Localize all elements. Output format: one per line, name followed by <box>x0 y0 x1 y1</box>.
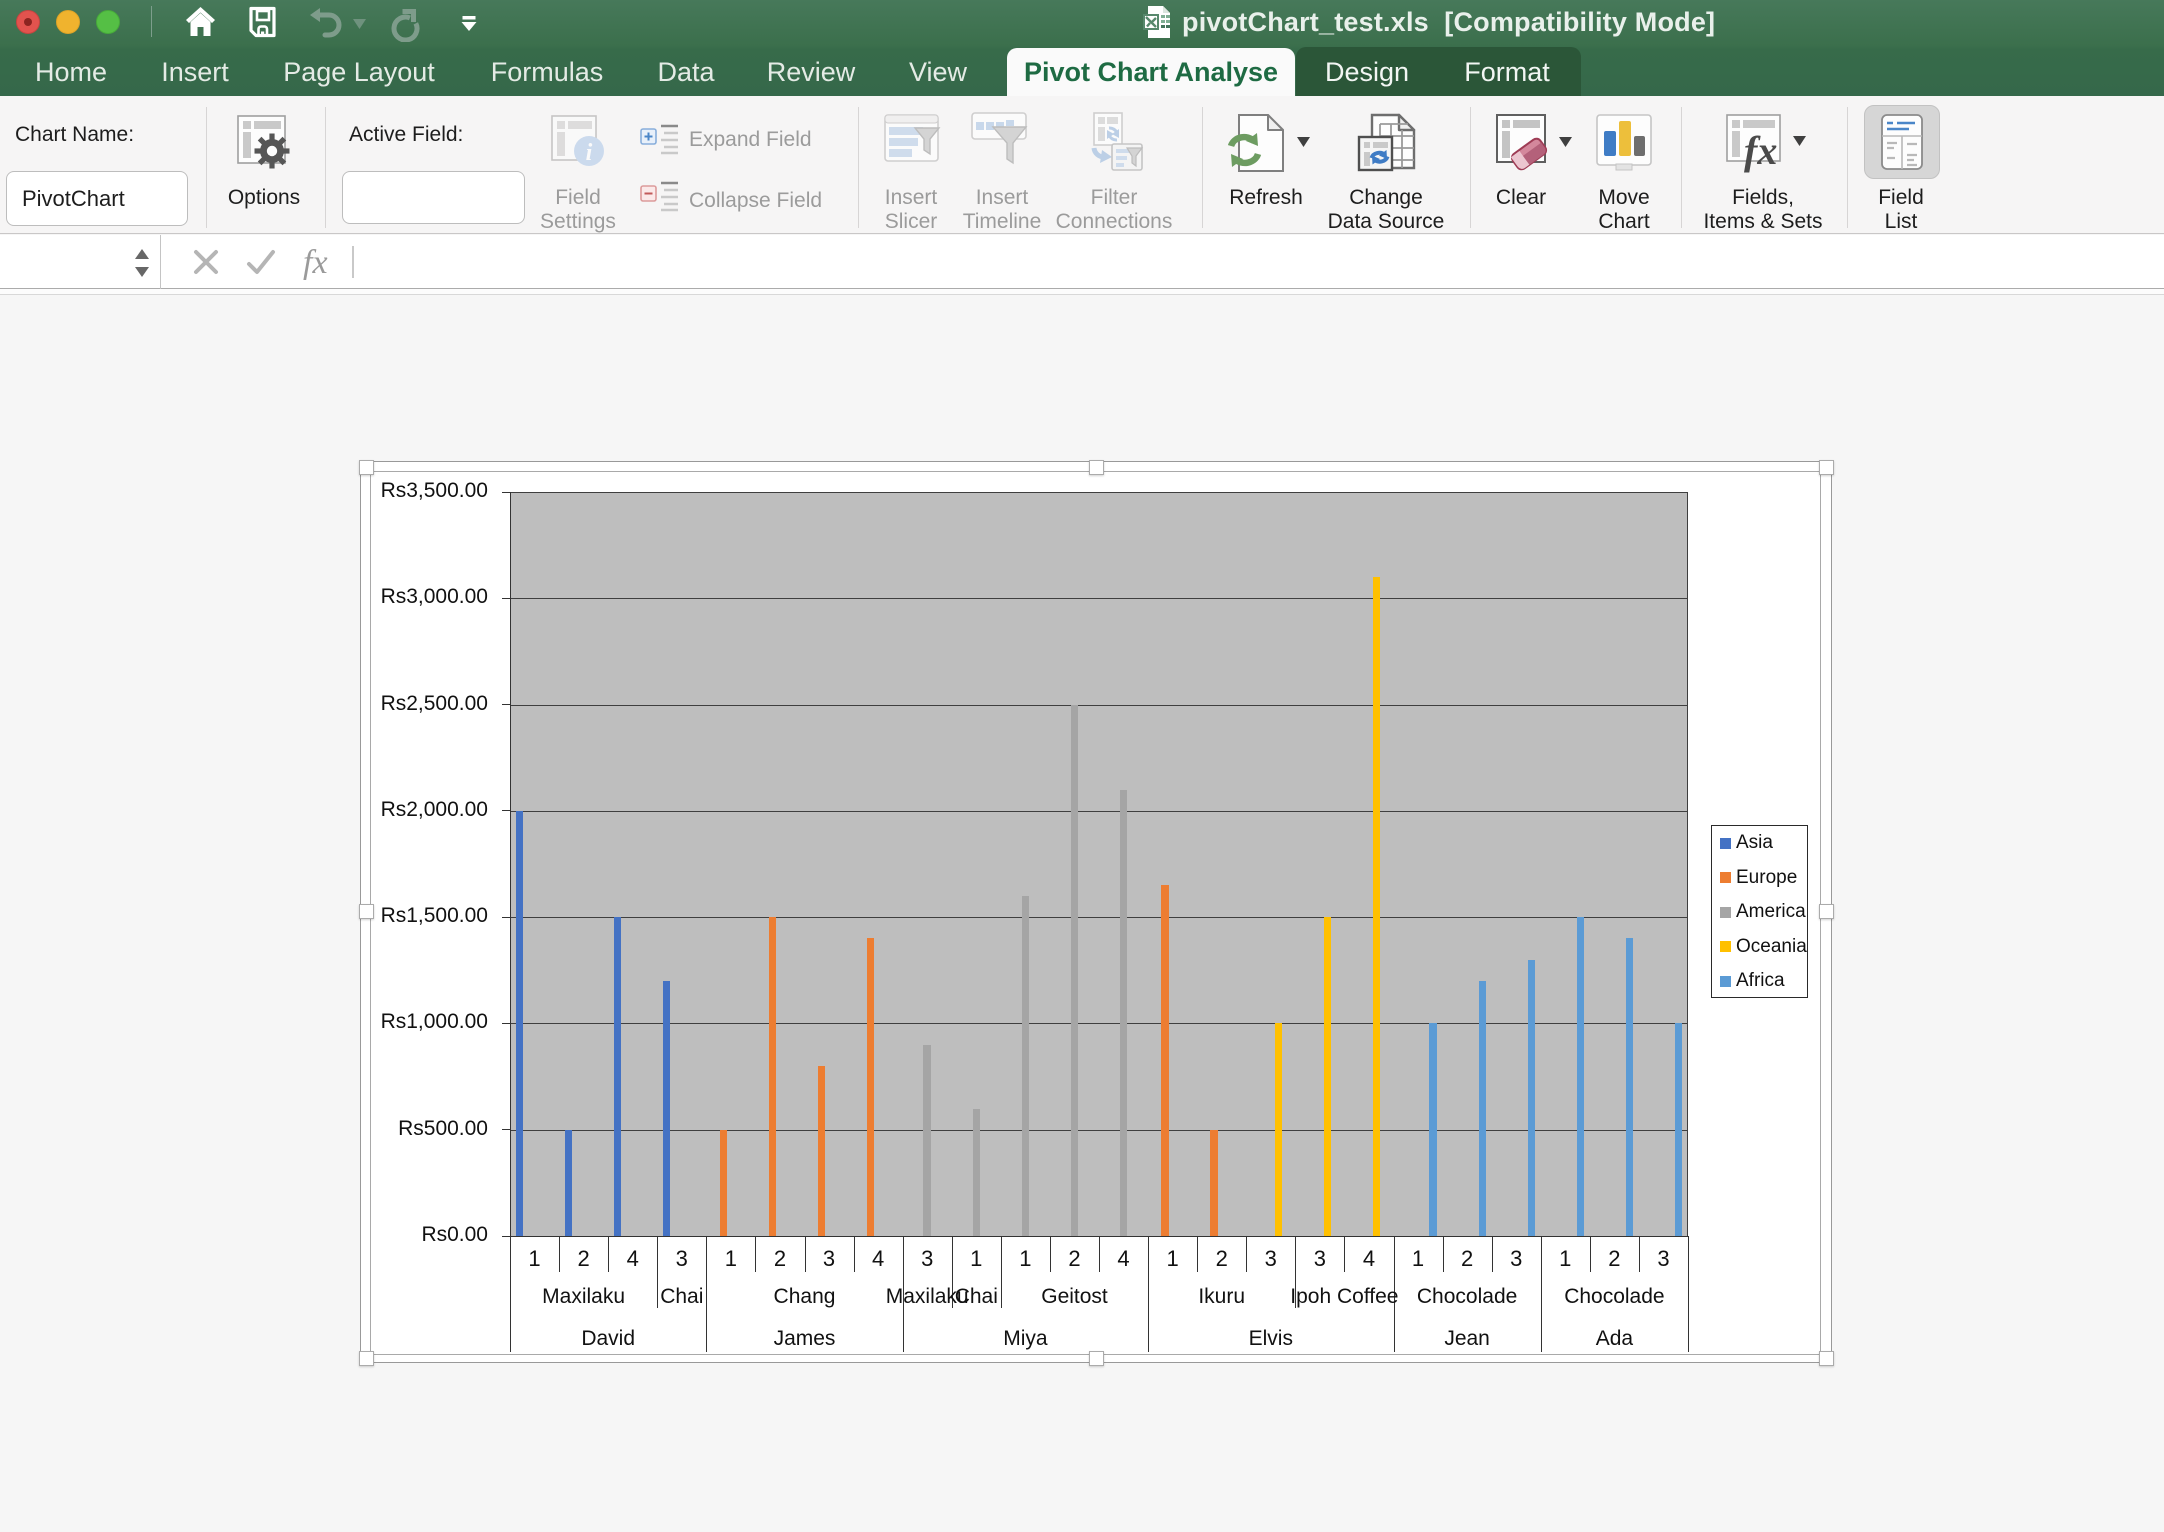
svg-text:i: i <box>586 140 593 166</box>
svg-text:fx: fx <box>1744 128 1777 173</box>
